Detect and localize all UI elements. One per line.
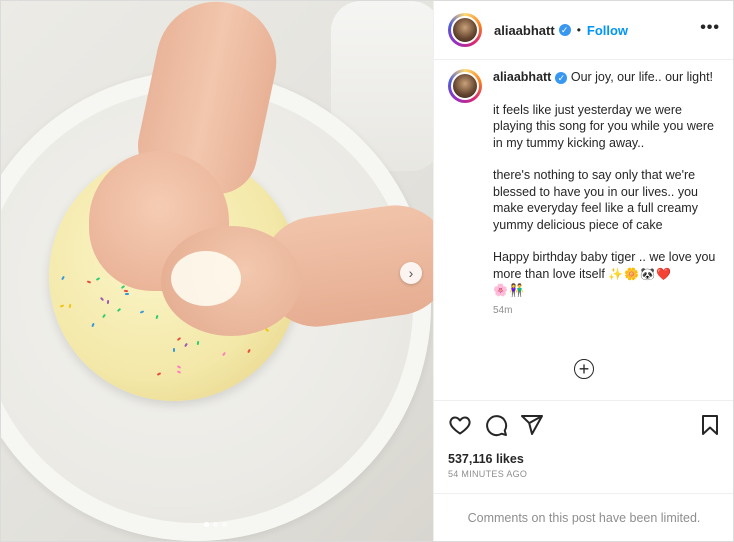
comments-limited-notice: Comments on this post have been limited.: [434, 493, 733, 541]
heart-icon[interactable]: [448, 413, 472, 437]
sprinkle: [125, 292, 130, 295]
sprinkle: [177, 365, 182, 369]
sprinkle: [172, 348, 175, 353]
sprinkle: [91, 322, 96, 327]
sprinkle: [68, 303, 72, 308]
sprinkle: [176, 336, 181, 341]
post-header: aliaabhatt ✓ • Follow •••: [434, 1, 733, 60]
sprinkle: [86, 280, 92, 284]
next-image-button[interactable]: ›: [400, 262, 422, 284]
likes-count[interactable]: 537,116 likes: [448, 452, 524, 466]
sprinkle: [99, 297, 104, 302]
carousel-dot: [204, 522, 209, 527]
caption-line1: Our joy, our life.. our light!: [570, 70, 714, 84]
post-sidebar: aliaabhatt ✓ • Follow ••• aliaabhatt ✓ Ou…: [433, 1, 733, 541]
caption-username[interactable]: aliaabhatt: [493, 70, 551, 84]
caption-paragraph: it feels like just yesterday we were pla…: [493, 102, 714, 150]
caption-paragraph: there's nothing to say only that we're b…: [493, 168, 698, 232]
avatar[interactable]: [448, 13, 482, 47]
sprinkle: [61, 275, 65, 281]
sprinkle: [196, 341, 199, 346]
sprinkle: [155, 314, 159, 320]
more-options-icon[interactable]: •••: [700, 19, 720, 37]
sprinkle: [221, 351, 226, 356]
sprinkle: [120, 284, 125, 289]
avatar-image: [451, 72, 479, 100]
carousel-indicator: [204, 522, 227, 527]
share-icon[interactable]: [520, 413, 544, 437]
sprinkle: [102, 313, 107, 319]
caption-paragraph-text: Happy birthday baby tiger .. we love you…: [493, 250, 716, 281]
separator: •: [576, 23, 581, 37]
verified-badge-icon: ✓: [555, 72, 568, 84]
sprinkle: [60, 304, 65, 308]
avatar-image: [451, 16, 479, 44]
frosting: [171, 251, 241, 306]
sprinkle: [176, 370, 182, 375]
sprinkle: [184, 342, 189, 348]
sprinkle: [156, 371, 161, 376]
sprinkle: [139, 310, 145, 315]
caption-emojis: ✨🌼🐼❤️: [608, 266, 673, 281]
post-time[interactable]: 54 MINUTES AGO: [448, 469, 527, 479]
sprinkle: [106, 300, 109, 305]
post-image[interactable]: ›: [1, 1, 433, 541]
sprinkle: [247, 348, 252, 353]
caption-paragraph: Happy birthday baby tiger .. we love you…: [493, 249, 723, 282]
caption: aliaabhatt ✓ Our joy, our life.. our ligh…: [448, 69, 723, 316]
comment-icon[interactable]: [484, 413, 508, 437]
bookmark-icon[interactable]: [698, 413, 722, 437]
follow-button[interactable]: Follow: [587, 23, 628, 38]
sprinkle: [95, 277, 101, 281]
sprinkle: [116, 307, 122, 312]
caption-time: 54m: [493, 304, 513, 316]
carousel-dot: [213, 522, 218, 527]
username-link[interactable]: aliaabhatt: [494, 23, 555, 38]
carousel-dot: [222, 522, 227, 527]
verified-badge-icon: ✓: [558, 24, 571, 36]
post-dialog: › aliaabhatt ✓ • Follow ••• aliaabhatt ✓ …: [0, 0, 734, 542]
caption-emojis: 🌸👫: [493, 283, 525, 297]
add-comment-icon[interactable]: +: [574, 359, 594, 379]
action-bar: 537,116 likes 54 MINUTES AGO: [434, 400, 733, 493]
avatar[interactable]: [448, 69, 482, 103]
caption-text: aliaabhatt ✓ Our joy, our life.. our ligh…: [493, 69, 723, 299]
